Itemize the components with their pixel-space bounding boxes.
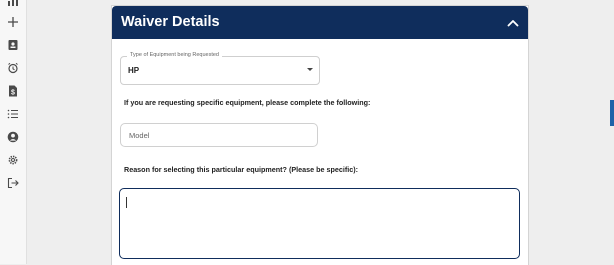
sidebar-nav: $ — [0, 0, 27, 264]
chevron-up-icon[interactable] — [506, 16, 520, 30]
text-cursor — [126, 197, 127, 208]
logout-icon[interactable] — [6, 176, 20, 190]
chart-icon[interactable] — [6, 0, 20, 8]
waiver-details-panel: Waiver Details Type of Equipment being R… — [111, 5, 529, 265]
settings-icon[interactable] — [6, 153, 20, 167]
panel-title: Waiver Details — [121, 14, 220, 30]
panel-header[interactable]: Waiver Details — [112, 6, 528, 39]
specific-equipment-instruction: If you are requesting specific equipment… — [124, 98, 371, 107]
equipment-type-value: HP — [128, 66, 140, 75]
model-input[interactable] — [120, 123, 318, 147]
scroll-indicator — [610, 100, 614, 126]
add-icon[interactable] — [6, 15, 20, 29]
dollar-document-icon[interactable]: $ — [6, 84, 20, 98]
reason-label: Reason for selecting this particular equ… — [124, 165, 359, 174]
equipment-type-select[interactable]: Type of Equipment being Requested HP — [120, 52, 320, 85]
equipment-type-label: Type of Equipment being Requested — [127, 52, 222, 58]
id-card-icon[interactable] — [6, 38, 20, 52]
caret-down-icon[interactable] — [307, 68, 313, 71]
list-icon[interactable] — [6, 107, 20, 121]
user-circle-icon[interactable] — [6, 130, 20, 144]
alarm-clock-icon[interactable] — [6, 61, 20, 75]
reason-textarea[interactable] — [119, 188, 520, 259]
svg-text:$: $ — [11, 90, 15, 97]
